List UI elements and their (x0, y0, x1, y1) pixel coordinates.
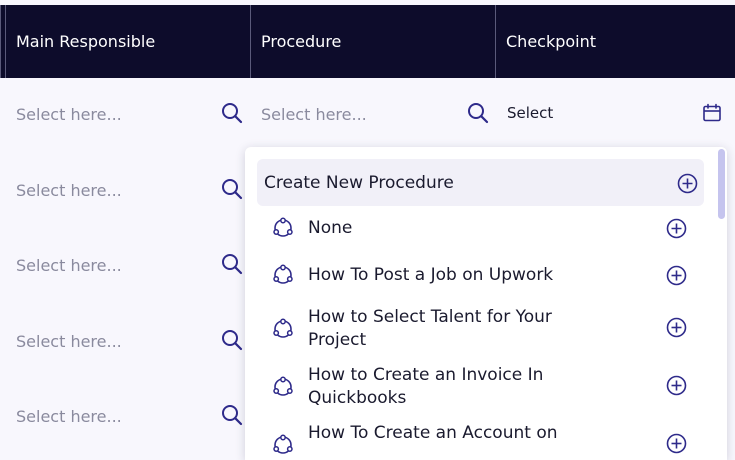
header-main-responsible: Main Responsible (5, 5, 250, 78)
procedure-option-label: How To Post a Job on Upwork (308, 265, 554, 285)
procedure-icon (272, 376, 294, 398)
header-checkpoint-label: Checkpoint (506, 32, 597, 51)
plus-circle-icon[interactable] (665, 217, 687, 239)
procedure-icon (272, 264, 294, 286)
main-responsible-placeholder: Select here... (16, 331, 122, 351)
procedure-select-1[interactable]: Select here... (261, 96, 461, 132)
header-divider (0, 5, 1, 78)
search-icon[interactable] (220, 403, 244, 427)
main-responsible-placeholder: Select here... (16, 255, 122, 275)
checkpoint-select-1[interactable]: Select (507, 95, 687, 131)
create-new-procedure-option[interactable]: Create New Procedure (257, 159, 704, 206)
search-icon[interactable] (220, 328, 244, 352)
header-main-responsible-label: Main Responsible (16, 32, 156, 51)
create-new-procedure-label: Create New Procedure (264, 172, 454, 193)
procedure-icon (272, 318, 294, 340)
search-icon[interactable] (220, 252, 244, 276)
plus-circle-icon[interactable] (665, 264, 687, 286)
procedure-icon (272, 217, 294, 239)
procedure-placeholder: Select here... (261, 104, 367, 124)
main-responsible-select-5[interactable]: Select here... (16, 398, 236, 434)
main-responsible-placeholder: Select here... (16, 104, 122, 124)
search-icon[interactable] (220, 177, 244, 201)
procedure-option[interactable]: How To Create an Account on (245, 421, 715, 460)
header-checkpoint: Checkpoint (495, 5, 735, 78)
main-responsible-select-2[interactable]: Select here... (16, 172, 236, 208)
main-responsible-placeholder: Select here... (16, 180, 122, 200)
procedure-option[interactable]: How to Select Talent for Your Project (245, 305, 715, 355)
procedure-icon (272, 434, 294, 456)
search-icon[interactable] (466, 101, 490, 125)
procedure-dropdown: Create New Procedure None How To Post a … (245, 147, 727, 460)
main-responsible-select-4[interactable]: Select here... (16, 323, 236, 359)
procedure-option-label: How to Create an Invoice In Quickbooks (308, 365, 544, 408)
header-procedure-label: Procedure (261, 32, 342, 51)
procedure-option-label: None (308, 218, 353, 238)
main-responsible-select-3[interactable]: Select here... (16, 247, 236, 283)
procedure-option-label: How To Create an Account on (308, 423, 558, 443)
procedure-option-label: How to Select Talent for Your Project (308, 307, 552, 350)
main-responsible-placeholder: Select here... (16, 406, 122, 426)
header-procedure: Procedure (250, 5, 495, 78)
main-responsible-select-1[interactable]: Select here... (16, 96, 236, 132)
plus-circle-icon[interactable] (676, 172, 698, 194)
table-header: Main Responsible Procedure Checkpoint (0, 5, 735, 78)
calendar-icon[interactable] (701, 102, 723, 124)
procedure-option[interactable]: How to Create an Invoice In Quickbooks (245, 363, 715, 413)
search-icon[interactable] (220, 101, 244, 125)
dropdown-scrollbar-thumb[interactable] (718, 149, 725, 219)
procedure-option[interactable]: How To Post a Job on Upwork (245, 256, 715, 294)
plus-circle-icon[interactable] (665, 374, 687, 396)
plus-circle-icon[interactable] (665, 432, 687, 454)
procedure-option-none[interactable]: None (245, 209, 715, 247)
checkpoint-value: Select (507, 104, 554, 122)
plus-circle-icon[interactable] (665, 316, 687, 338)
